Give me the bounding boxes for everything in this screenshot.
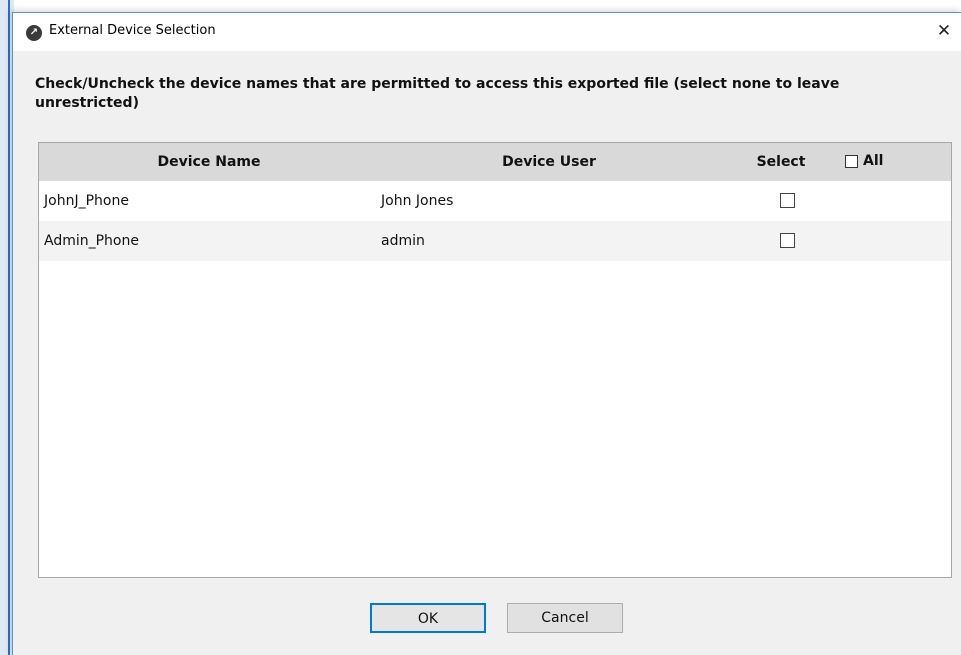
row-select-checkbox[interactable] — [780, 193, 796, 209]
checkbox-icon[interactable] — [845, 154, 858, 168]
column-header-device-name[interactable]: Device Name — [39, 143, 379, 181]
window-title: External Device Selection — [49, 23, 216, 38]
device-name-cell: JohnJ_Phone — [44, 193, 129, 209]
table-row[interactable]: JohnJ_Phone John Jones — [39, 181, 951, 221]
checkbox-icon[interactable] — [780, 233, 795, 248]
title-bar[interactable]: ↗ External Device Selection ✕ — [13, 13, 961, 51]
device-user-cell: admin — [381, 233, 425, 249]
column-header-device-user[interactable]: Device User — [379, 143, 719, 181]
column-header-select: Select — [756, 154, 806, 170]
table-header: Device Name Device User Select All — [39, 143, 951, 182]
instruction-text: Check/Uncheck the device names that are … — [35, 76, 840, 111]
row-select-checkbox[interactable] — [780, 233, 796, 249]
app-logo-icon: ↗ — [26, 25, 42, 41]
device-name-cell: Admin_Phone — [44, 233, 139, 249]
close-icon[interactable]: ✕ — [932, 19, 956, 43]
device-table: Device Name Device User Select All JohnJ… — [38, 142, 952, 578]
checkbox-icon[interactable] — [780, 193, 795, 208]
table-row[interactable]: Admin_Phone admin — [39, 221, 951, 261]
ok-button[interactable]: OK — [370, 603, 486, 633]
desktop-edge — [8, 0, 10, 655]
screen: ↗ External Device Selection ✕ Check/Unch… — [0, 0, 961, 655]
external-device-selection-dialog: ↗ External Device Selection ✕ Check/Unch… — [12, 12, 961, 655]
select-all-label: All — [863, 153, 884, 169]
device-user-cell: John Jones — [381, 193, 454, 209]
select-all-checkbox[interactable]: All — [845, 152, 883, 170]
cancel-button[interactable]: Cancel — [507, 603, 623, 633]
